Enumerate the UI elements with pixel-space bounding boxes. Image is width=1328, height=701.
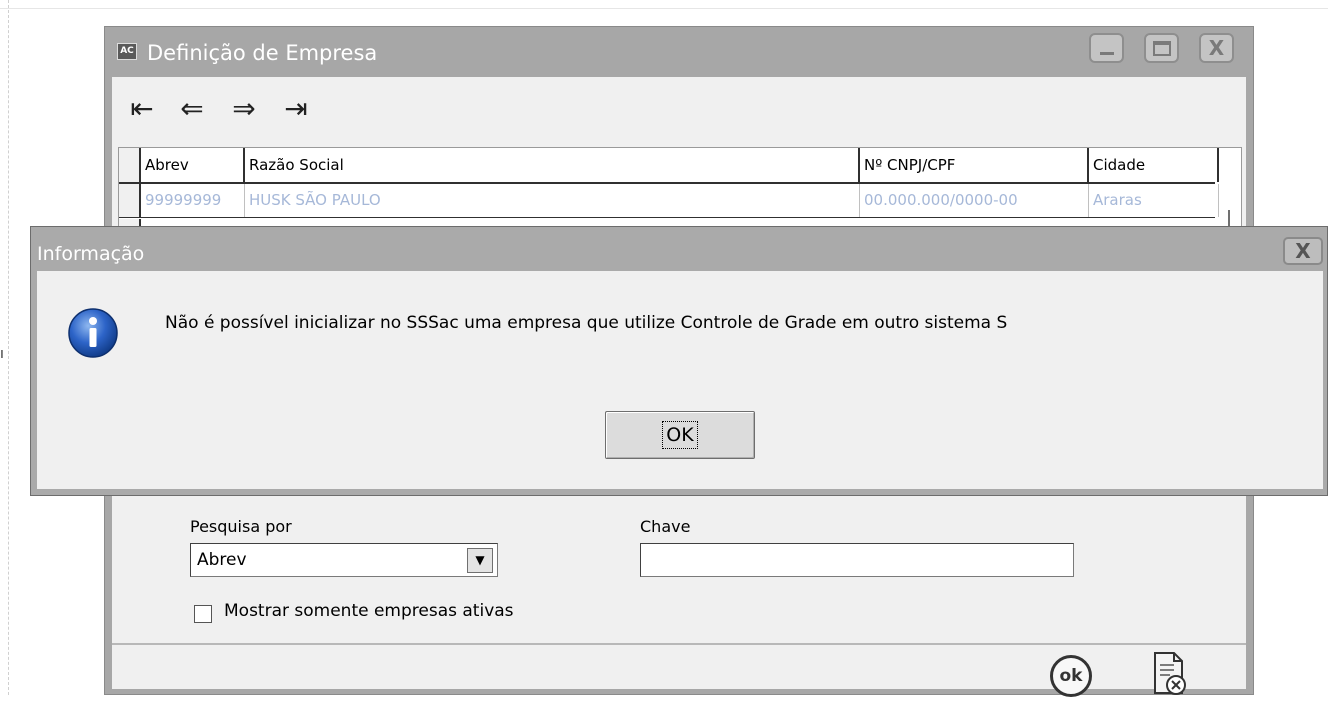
ok-icon[interactable]: ok: [1050, 655, 1092, 697]
previous-record-icon[interactable]: ⇐: [170, 87, 214, 131]
last-record-icon[interactable]: ⇥: [274, 87, 318, 131]
search-by-select[interactable]: Abrev ▼: [190, 543, 498, 577]
cell-cidade[interactable]: Araras: [1089, 184, 1219, 217]
chevron-down-icon[interactable]: ▼: [467, 548, 493, 573]
first-record-icon[interactable]: ⇤: [120, 87, 164, 131]
minimize-icon: [1100, 52, 1114, 55]
background-line: [0, 8, 1328, 9]
row-indicator[interactable]: [119, 184, 141, 217]
maximize-button[interactable]: [1144, 33, 1179, 63]
ok-button-label: OK: [662, 421, 698, 449]
close-window-button[interactable]: X: [1199, 33, 1234, 63]
maximize-icon: [1153, 41, 1171, 56]
grid-header-indicator: [119, 148, 141, 182]
empresa-grid[interactable]: Abrev Razão Social Nº CNPJ/CPF Cidade 99…: [118, 147, 1242, 239]
info-icon: [67, 307, 119, 359]
app-icon: AC: [117, 43, 137, 60]
dialog-body: Não é possível inicializar no SSSac uma …: [37, 271, 1323, 489]
active-only-label[interactable]: Mostrar somente empresas ativas: [224, 601, 514, 621]
cell-cnpj-cpf[interactable]: 00.000.000/0000-00: [860, 184, 1089, 217]
close-icon: X: [1208, 36, 1225, 60]
active-only-checkbox[interactable]: [194, 605, 212, 623]
dialog-title: Informação: [37, 243, 145, 265]
next-record-icon[interactable]: ⇒: [222, 87, 266, 131]
cell-razao-social[interactable]: HUSK SÃO PAULO: [245, 184, 860, 217]
column-header-razao-social[interactable]: Razão Social: [245, 148, 860, 182]
column-header-abrev[interactable]: Abrev: [141, 148, 245, 182]
ok-button[interactable]: OK: [605, 411, 755, 459]
background-guide: [8, 0, 9, 695]
table-row[interactable]: 99999999 HUSK SÃO PAULO 00.000.000/0000-…: [119, 184, 1219, 218]
grid-header: Abrev Razão Social Nº CNPJ/CPF Cidade: [119, 148, 1219, 184]
cell-abrev[interactable]: 99999999: [141, 184, 245, 217]
info-dialog: Informação X Não é possível inicializar …: [30, 226, 1328, 496]
dialog-close-button[interactable]: X: [1283, 237, 1323, 265]
column-header-cidade[interactable]: Cidade: [1089, 148, 1219, 182]
key-input[interactable]: [640, 543, 1074, 577]
minimize-button[interactable]: [1089, 33, 1124, 63]
background-glyph: ı: [0, 346, 4, 362]
dialog-message: Não é possível inicializar no SSSac uma …: [165, 313, 1008, 333]
search-by-value: Abrev: [197, 550, 247, 570]
key-label: Chave: [640, 517, 691, 536]
search-by-label: Pesquisa por: [190, 517, 292, 536]
empresa-window-titlebar[interactable]: AC Definição de Empresa X: [105, 27, 1253, 77]
cancel-document-icon[interactable]: [1152, 651, 1188, 697]
footer-divider: [112, 643, 1246, 645]
column-header-cnpj-cpf[interactable]: Nº CNPJ/CPF: [860, 148, 1089, 182]
window-title: Definição de Empresa: [147, 41, 378, 65]
